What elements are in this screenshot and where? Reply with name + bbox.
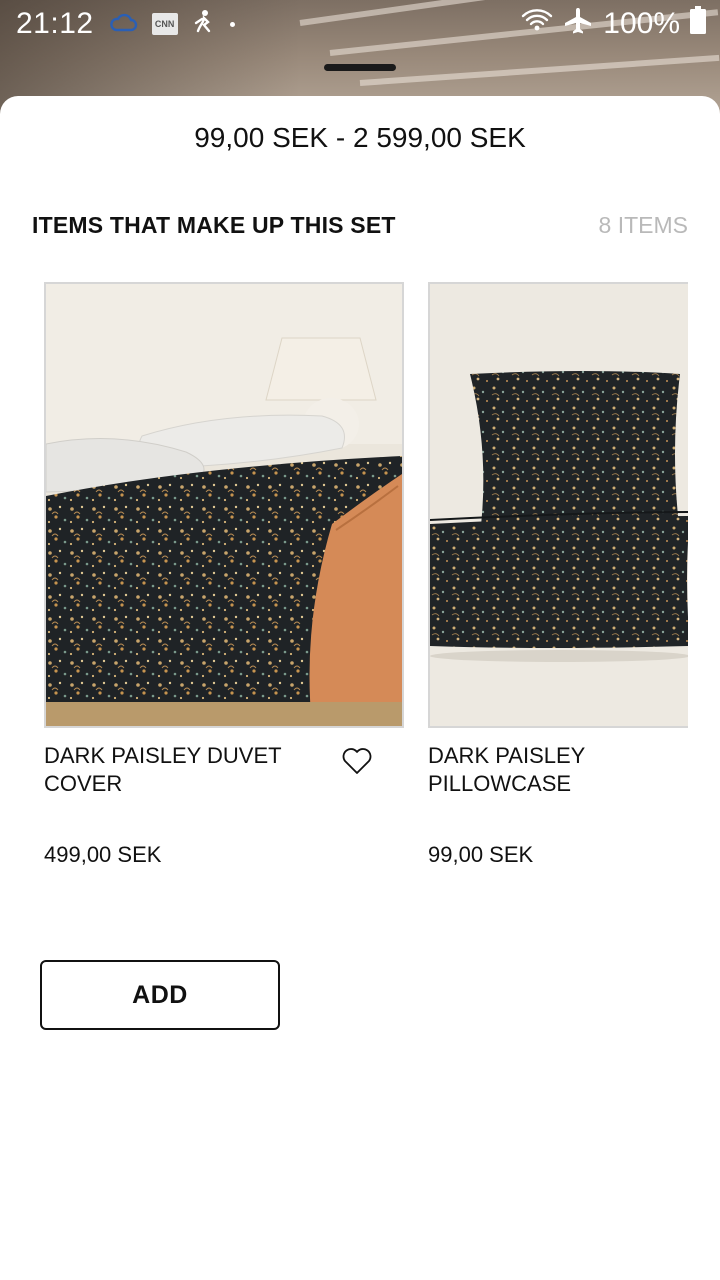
product-card[interactable]: DARK PAISLEY PILLOWCASE 99,00 SEK (428, 282, 688, 867)
add-button[interactable]: ADD (40, 960, 280, 1030)
set-title: ITEMS THAT MAKE UP THIS SET (32, 212, 396, 238)
product-image-duvet-cover[interactable] (44, 282, 404, 728)
favorite-heart-icon[interactable] (338, 744, 376, 778)
dot-icon (229, 21, 235, 27)
wifi-icon (521, 7, 553, 41)
fitness-icon (192, 7, 216, 41)
airplane-icon (563, 6, 593, 42)
product-card[interactable]: DARK PAISLEY DUVET COVER 499,00 SEK (44, 282, 404, 867)
product-name[interactable]: DARK PAISLEY PILLOWCASE (428, 742, 688, 798)
bottom-sheet: 99,00 SEK - 2 599,00 SEK ITEMS THAT MAKE… (0, 96, 720, 1280)
product-image-pillowcase[interactable] (428, 282, 688, 728)
price-range: 99,00 SEK - 2 599,00 SEK (194, 122, 526, 153)
cnn-icon: CNN (151, 13, 178, 35)
battery-percentage: 100% (603, 7, 680, 40)
set-header: ITEMS THAT MAKE UP THIS SET 8 ITEMS (32, 212, 688, 239)
product-price: 499,00 SEK (44, 842, 162, 867)
battery-icon (690, 6, 706, 42)
product-price: 99,00 SEK (428, 842, 534, 867)
status-time: 21:12 (16, 7, 94, 40)
product-name[interactable]: DARK PAISLEY DUVET COVER (44, 742, 304, 798)
set-item-count: 8 ITEMS (598, 212, 688, 238)
drag-handle[interactable] (324, 64, 396, 71)
product-carousel[interactable]: DARK PAISLEY DUVET COVER 499,00 SEK DARK… (44, 282, 688, 882)
cloud-icon (108, 7, 138, 41)
status-bar: 21:12 CNN 100% (0, 0, 720, 48)
